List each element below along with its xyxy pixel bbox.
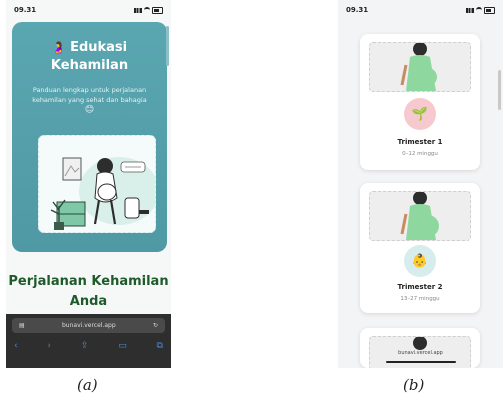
forward-icon[interactable]: › bbox=[47, 341, 51, 351]
tabs-icon[interactable]: ⧉ bbox=[157, 341, 163, 351]
bookmarks-icon[interactable]: ▭ bbox=[118, 341, 127, 351]
smile-emoji-icon: 😊 bbox=[84, 105, 95, 115]
address-bar[interactable]: ▤ bunavi.vercel.app ↻ bbox=[12, 318, 165, 333]
trimester-image bbox=[369, 191, 471, 241]
status-bar: 09.31 bbox=[338, 0, 503, 20]
hero-subtitle: Panduan lengkap untuk perjalanan kehamil… bbox=[30, 85, 149, 115]
back-icon[interactable]: ‹ bbox=[14, 341, 18, 351]
section-title: Perjalanan Kehamilan Anda bbox=[6, 272, 171, 312]
phone-screenshot-b: 09.31 🌱 Trimester 1 0–12 minggu 👶 Trimes… bbox=[338, 0, 503, 368]
caption-b: (b) bbox=[403, 376, 425, 394]
tabs-format-icon[interactable]: ▤ bbox=[19, 322, 25, 329]
sprout-icon: 🌱 bbox=[411, 106, 429, 122]
status-time: 09.31 bbox=[14, 6, 37, 14]
scrollbar[interactable] bbox=[166, 26, 169, 66]
browser-nav-row: ‹ › ⇪ ▭ ⧉ bbox=[14, 338, 163, 354]
illustration-svg bbox=[50, 157, 155, 230]
pregnant-woman-image-icon bbox=[400, 43, 437, 91]
status-time: 09.31 bbox=[346, 6, 369, 14]
reload-icon[interactable]: ↻ bbox=[153, 322, 158, 329]
wifi-icon bbox=[476, 6, 482, 14]
share-icon[interactable]: ⇪ bbox=[81, 341, 89, 351]
wifi-icon bbox=[144, 6, 150, 14]
phone-screenshot-a: 09.31 🤰 Edukasi Kehamilan Panduan lengka… bbox=[6, 0, 171, 368]
scrollbar[interactable] bbox=[498, 70, 501, 110]
trimester-badge: 🌱 bbox=[404, 98, 436, 130]
bottom-url-text[interactable]: bunavi.vercel.app bbox=[338, 350, 503, 356]
status-icons bbox=[466, 6, 495, 14]
url-text: bunavi.vercel.app bbox=[61, 322, 116, 329]
hero-title-line1: Edukasi bbox=[70, 40, 128, 55]
signal-icon bbox=[466, 7, 474, 13]
trimester-weeks: 0–12 minggu bbox=[402, 151, 438, 157]
signal-icon bbox=[134, 7, 142, 13]
section-title-line1: Perjalanan Kehamilan bbox=[8, 274, 169, 289]
browser-toolbar: ▤ bunavi.vercel.app ↻ ‹ › ⇪ ▭ ⧉ bbox=[6, 314, 171, 368]
status-icons bbox=[134, 6, 163, 14]
section-title-line2: Anda bbox=[69, 294, 108, 309]
trimester-title: Trimester 1 bbox=[397, 138, 443, 146]
caption-a: (a) bbox=[77, 376, 98, 394]
trimester-image bbox=[369, 42, 471, 92]
hero-subtitle-text: Panduan lengkap untuk perjalanan kehamil… bbox=[32, 86, 147, 104]
baby-icon: 👶 bbox=[411, 253, 429, 269]
trimester-weeks: 13–27 minggu bbox=[400, 296, 440, 302]
hero-title-line2: Kehamilan bbox=[50, 58, 129, 73]
pregnant-woman-icon: 🤰 bbox=[51, 41, 66, 54]
pregnant-woman-illustration bbox=[38, 135, 156, 233]
trimester-badge: 👶 bbox=[404, 245, 436, 277]
hero-title: 🤰 Edukasi Kehamilan bbox=[12, 39, 167, 75]
hero-banner: 🤰 Edukasi Kehamilan Panduan lengkap untu… bbox=[12, 22, 167, 252]
home-indicator bbox=[386, 361, 456, 363]
trimester-card-2[interactable]: 👶 Trimester 2 13–27 minggu bbox=[360, 183, 480, 313]
trimester-title: Trimester 2 bbox=[397, 283, 443, 291]
status-bar: 09.31 bbox=[6, 0, 171, 20]
battery-icon bbox=[152, 6, 163, 14]
pregnant-woman-image-icon bbox=[400, 192, 439, 240]
trimester-card-1[interactable]: 🌱 Trimester 1 0–12 minggu bbox=[360, 34, 480, 170]
battery-icon bbox=[484, 6, 495, 14]
